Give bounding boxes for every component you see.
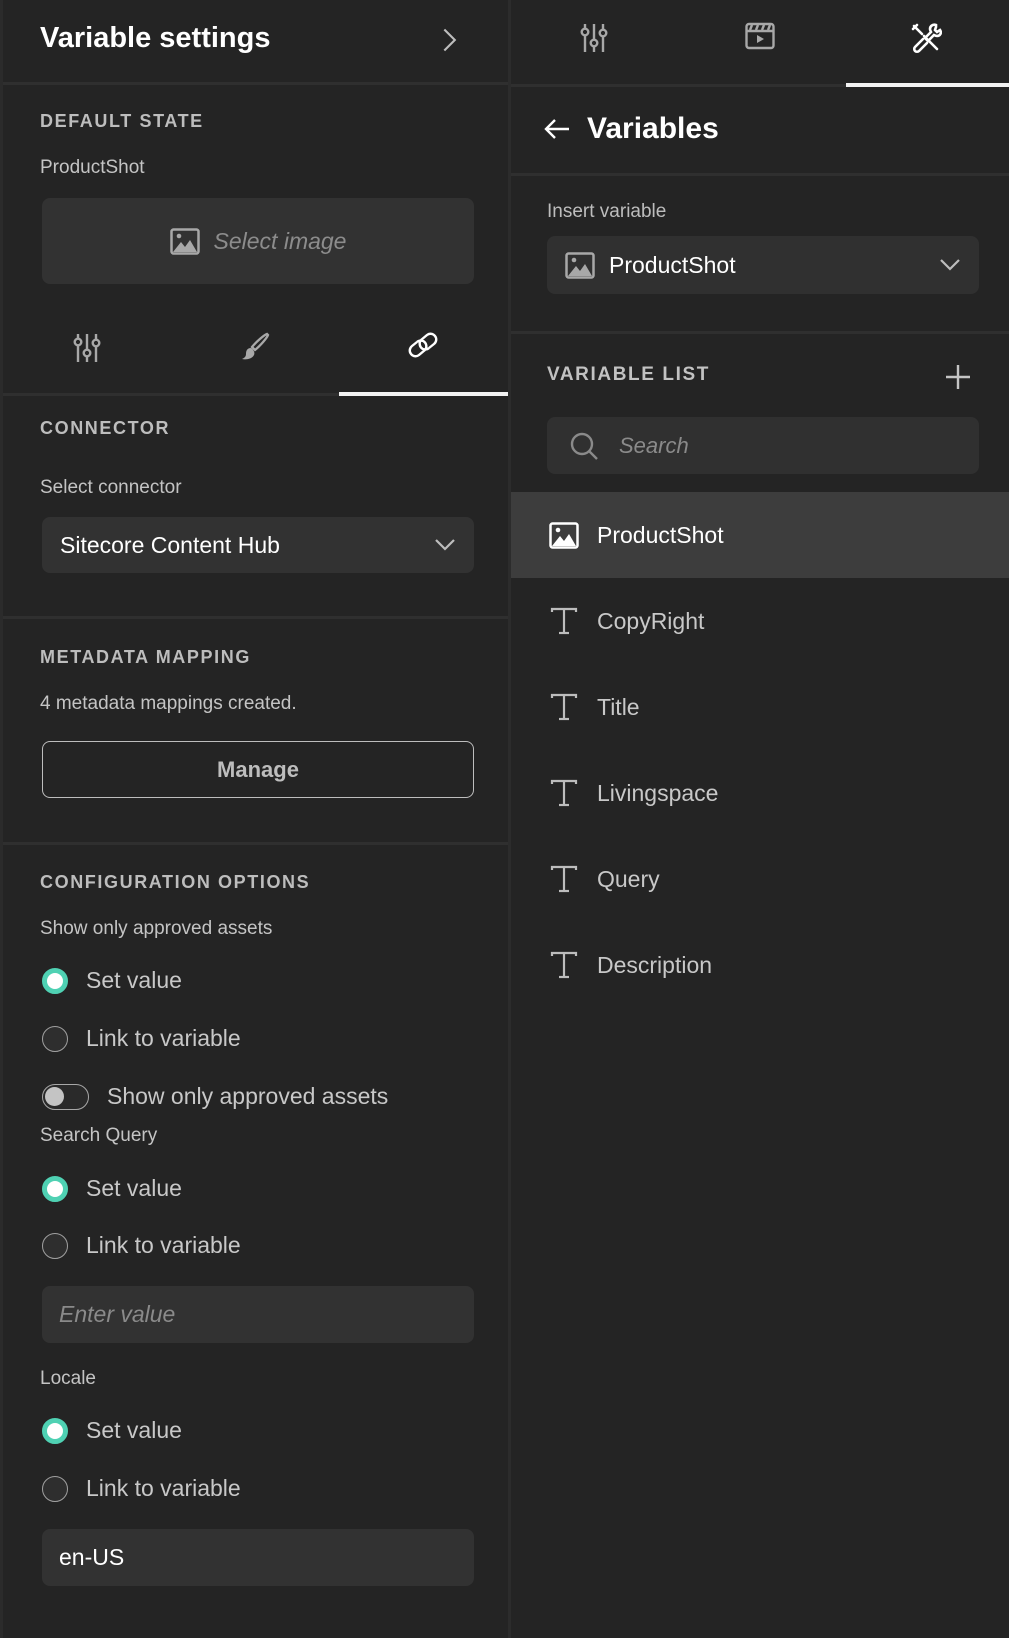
search-query-input[interactable]: Enter value xyxy=(42,1286,474,1343)
text-type-icon xyxy=(550,693,578,721)
chevron-right-icon[interactable] xyxy=(435,26,463,54)
divider xyxy=(3,842,508,845)
variable-name: Description xyxy=(597,951,713,978)
tab-tools[interactable] xyxy=(843,0,1009,84)
select-connector-label: Select connector xyxy=(40,477,182,498)
radio-label: Link to variable xyxy=(86,1025,241,1051)
insert-variable-label: Insert variable xyxy=(547,201,667,222)
select-image-label: Select image xyxy=(213,227,347,254)
variable-name: ProductShot xyxy=(597,521,724,548)
search-placeholder: Search xyxy=(619,432,689,458)
locale-input[interactable]: en-US xyxy=(42,1529,474,1586)
panel-title: Variable settings xyxy=(40,22,271,54)
radio-label: Set value xyxy=(86,967,182,993)
tab-connector[interactable] xyxy=(339,312,507,396)
radio-unselected[interactable] xyxy=(42,1025,68,1052)
insert-variable-value: ProductShot xyxy=(609,251,736,278)
variable-item-productshot[interactable]: ProductShot xyxy=(511,492,1009,578)
locale-label: Locale xyxy=(40,1368,96,1389)
approved-assets-toggle-row[interactable]: Show only approved assets xyxy=(42,1083,388,1110)
toggle-knob xyxy=(45,1086,64,1106)
radio-selected[interactable] xyxy=(42,1175,68,1202)
approved-assets-toggle[interactable] xyxy=(42,1083,89,1110)
approved-assets-link-variable-radio[interactable]: Link to variable xyxy=(42,1025,241,1052)
sliders-icon xyxy=(73,334,101,362)
insert-variable-dropdown[interactable]: ProductShot xyxy=(547,236,979,294)
plus-icon[interactable] xyxy=(943,362,973,392)
image-icon xyxy=(565,251,595,279)
text-type-icon xyxy=(550,607,578,635)
variable-search-input[interactable]: Search xyxy=(547,417,979,474)
tab-style[interactable] xyxy=(171,312,339,396)
divider xyxy=(511,331,1009,334)
section-heading-default-state: DEFAULT STATE xyxy=(40,111,204,131)
image-icon xyxy=(549,521,579,549)
search-query-label: Search Query xyxy=(40,1125,158,1146)
link-icon xyxy=(408,332,438,358)
radio-label: Set value xyxy=(86,1417,182,1443)
radio-label: Set value xyxy=(86,1175,182,1201)
variable-item-query[interactable]: Query xyxy=(511,836,1009,922)
locale-link-variable-radio[interactable]: Link to variable xyxy=(42,1475,241,1502)
search-query-set-value-radio[interactable]: Set value xyxy=(42,1175,182,1202)
variable-name: Livingspace xyxy=(597,779,719,806)
variable-list-heading: VARIABLE LIST xyxy=(547,364,710,385)
search-icon xyxy=(570,432,598,460)
section-heading-connector: CONNECTOR xyxy=(40,418,171,438)
radio-unselected[interactable] xyxy=(42,1475,68,1502)
variables-panel: Variables Insert variable ProductShot VA… xyxy=(511,0,1009,1638)
divider xyxy=(3,82,508,85)
radio-label: Link to variable xyxy=(86,1475,241,1501)
select-image-button[interactable]: Select image xyxy=(42,198,474,284)
text-type-icon xyxy=(550,865,578,893)
approved-assets-set-value-radio[interactable]: Set value xyxy=(42,967,182,994)
chevron-down-icon xyxy=(435,539,455,551)
toggle-label: Show only approved assets xyxy=(107,1083,389,1109)
chevron-down-icon xyxy=(940,259,960,271)
variable-item-copyright[interactable]: CopyRight xyxy=(511,578,1009,664)
image-icon xyxy=(169,227,200,255)
variable-item-description[interactable]: Description xyxy=(511,922,1009,1008)
approved-assets-label: Show only approved assets xyxy=(40,918,273,939)
tab-properties[interactable] xyxy=(3,312,171,396)
locale-set-value-radio[interactable]: Set value xyxy=(42,1417,182,1444)
manage-button[interactable]: Manage xyxy=(42,741,474,798)
sliders-icon xyxy=(580,24,608,52)
variable-name: Query xyxy=(597,865,660,892)
variable-settings-panel: Variable settings DEFAULT STATE ProductS… xyxy=(0,0,509,1638)
radio-selected[interactable] xyxy=(42,967,68,994)
variable-name: CopyRight xyxy=(597,607,705,634)
tab-settings[interactable] xyxy=(511,0,677,84)
text-type-icon xyxy=(550,951,578,979)
variable-name: Title xyxy=(597,693,640,720)
section-heading-configuration: CONFIGURATION OPTIONS xyxy=(40,872,311,892)
connector-dropdown[interactable]: Sitecore Content Hub xyxy=(42,517,474,573)
variable-item-title[interactable]: Title xyxy=(511,664,1009,750)
text-type-icon xyxy=(550,779,578,807)
connector-value: Sitecore Content Hub xyxy=(60,531,280,558)
active-tab-indicator xyxy=(846,83,1009,87)
variables-header: Variables xyxy=(543,112,719,146)
tab-animation[interactable] xyxy=(677,0,843,84)
variable-item-livingspace[interactable]: Livingspace xyxy=(511,750,1009,836)
active-tab-indicator xyxy=(339,392,509,396)
section-heading-metadata-mapping: METADATA MAPPING xyxy=(40,647,251,667)
radio-unselected[interactable] xyxy=(42,1232,68,1259)
tools-icon xyxy=(911,23,942,54)
back-arrow-icon[interactable] xyxy=(543,118,571,140)
divider xyxy=(511,173,1009,176)
radio-label: Link to variable xyxy=(86,1232,241,1258)
variables-title: Variables xyxy=(587,112,719,145)
clapperboard-icon xyxy=(745,22,775,50)
radio-selected[interactable] xyxy=(42,1417,68,1444)
brush-icon xyxy=(242,332,270,360)
settings-tabs xyxy=(3,312,508,396)
variable-name-label: ProductShot xyxy=(40,157,145,178)
divider xyxy=(3,616,508,619)
search-query-link-variable-radio[interactable]: Link to variable xyxy=(42,1232,241,1259)
metadata-mapping-summary: 4 metadata mappings created. xyxy=(40,693,297,714)
